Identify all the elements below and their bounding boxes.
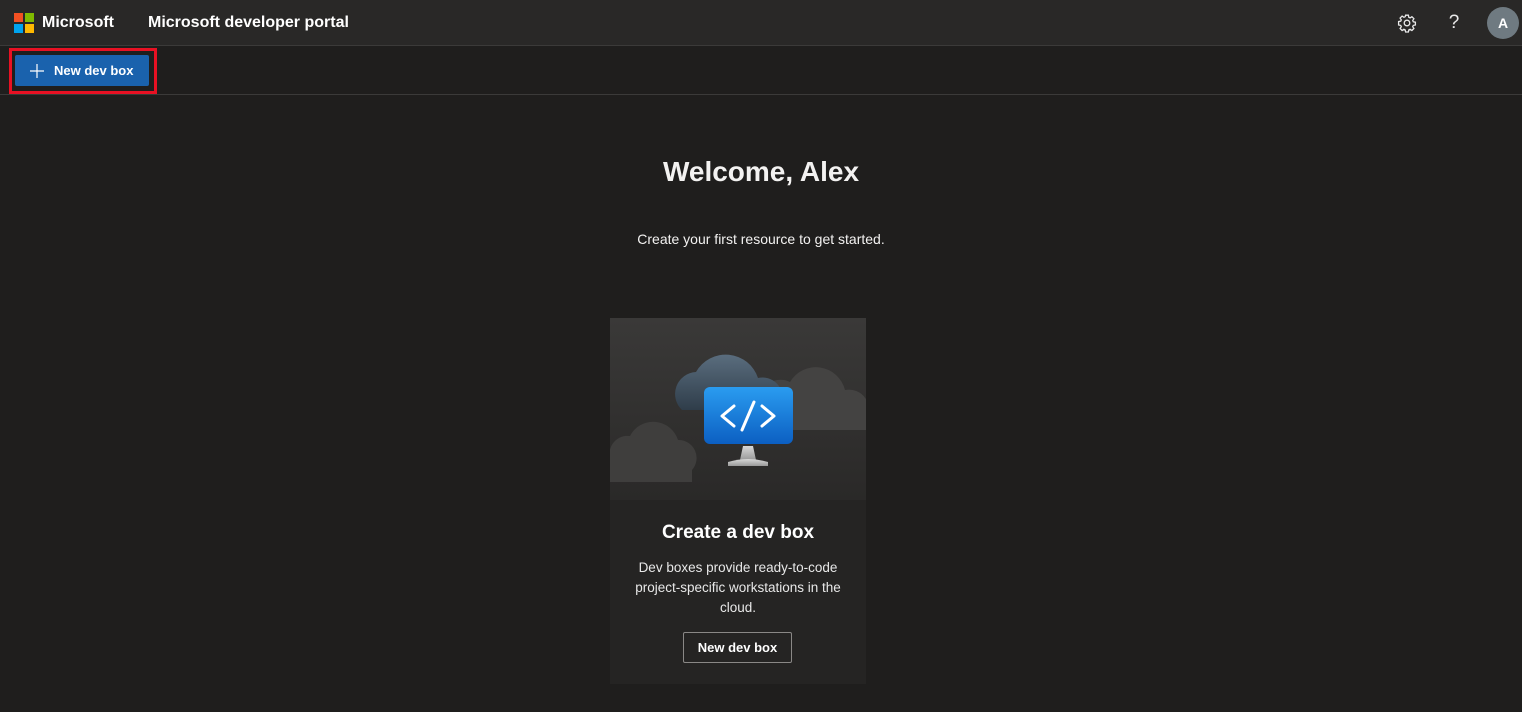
plus-icon xyxy=(30,63,44,78)
question-mark-icon[interactable]: ? xyxy=(1442,11,1466,35)
welcome-subtitle: Create your first resource to get starte… xyxy=(637,231,885,247)
card-description: Dev boxes provide ready-to-code project-… xyxy=(635,560,841,615)
avatar[interactable]: A xyxy=(1487,7,1519,39)
create-dev-box-card: Create a dev box Dev boxes provide ready… xyxy=(610,318,866,684)
gear-icon[interactable] xyxy=(1395,11,1419,35)
new-dev-box-label: New dev box xyxy=(54,63,134,78)
brand-name[interactable]: Microsoft xyxy=(42,13,114,33)
page-title[interactable]: Microsoft developer portal xyxy=(148,13,349,33)
card-new-dev-box-button[interactable]: New dev box xyxy=(683,632,792,663)
card-title: Create a dev box xyxy=(661,522,815,543)
top-header-bar: Microsoft Microsoft developer portal ? A xyxy=(0,0,1522,46)
microsoft-logo-icon[interactable] xyxy=(14,13,34,33)
cloud-monitor-code-icon xyxy=(610,318,866,500)
welcome-heading: Welcome, Alex xyxy=(662,156,860,187)
new-dev-box-button[interactable]: New dev box xyxy=(15,55,149,86)
command-bar: New dev box xyxy=(0,46,1522,95)
